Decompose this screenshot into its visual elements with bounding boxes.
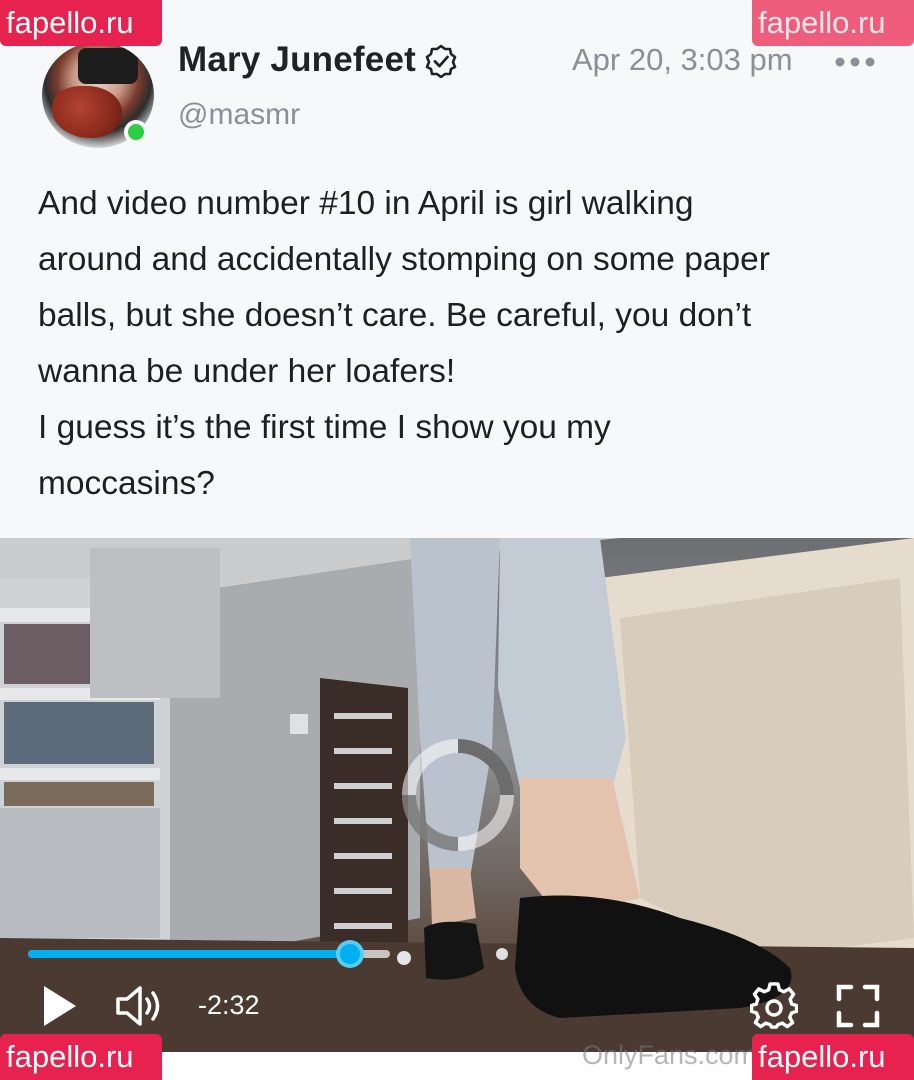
post-card: Mary Junefeet @masmr Apr 20, 3:03 pm And… xyxy=(0,0,914,538)
post-text-line: moccasins? xyxy=(38,465,215,502)
settings-icon[interactable] xyxy=(750,982,798,1030)
video-player[interactable]: -2:32 xyxy=(0,538,914,1052)
site-watermark: fapello.ru xyxy=(0,1034,162,1080)
fullscreen-icon[interactable] xyxy=(836,984,880,1028)
post-text-line: balls, but she doesn’t care. Be careful,… xyxy=(38,297,752,334)
onlyfans-watermark: OnlyFans.com xyxy=(582,1040,757,1070)
site-watermark: fapello.ru xyxy=(0,0,162,46)
video-progress-thumb[interactable] xyxy=(336,940,365,968)
post-text-line: I guess it’s the first time I show you m… xyxy=(38,409,611,446)
volume-icon[interactable] xyxy=(114,984,166,1028)
post-text: And video number #10 in April is girl wa… xyxy=(38,176,884,512)
video-progress-fill xyxy=(28,950,351,958)
post-text-line: around and accidentally stomping on some… xyxy=(38,241,770,278)
post-text-line: wanna be under her loafers! xyxy=(38,353,456,390)
avatar-shirt xyxy=(78,48,138,84)
avatar-hair xyxy=(52,86,122,138)
post-timestamp[interactable]: Apr 20, 3:03 pm xyxy=(572,42,793,78)
author-name[interactable]: Mary Junefeet xyxy=(178,40,416,80)
video-progress-bar[interactable] xyxy=(28,940,390,968)
loading-spinner-icon xyxy=(402,739,514,851)
more-dots-icon[interactable] xyxy=(834,56,876,68)
online-status-dot xyxy=(124,120,148,144)
site-watermark: fapello.ru xyxy=(752,1034,914,1080)
author-handle[interactable]: @masmr xyxy=(178,98,300,132)
play-icon[interactable] xyxy=(40,984,80,1028)
site-watermark: fapello.ru xyxy=(752,0,914,46)
time-remaining: -2:32 xyxy=(198,990,260,1020)
verified-check-icon xyxy=(425,44,457,78)
post-text-line: And video number #10 in April is girl wa… xyxy=(38,185,694,222)
